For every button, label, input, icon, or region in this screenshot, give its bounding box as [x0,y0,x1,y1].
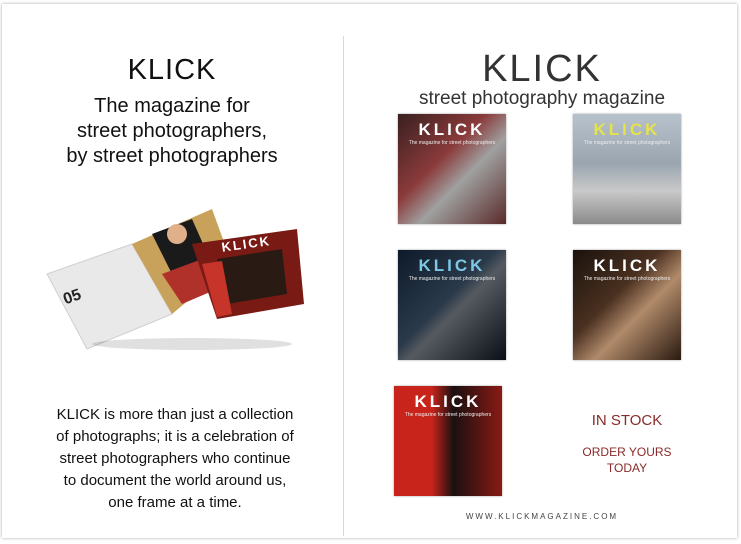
cover-tagline: The magazine for street photographers [583,140,671,146]
cover-logo: KLICK [418,120,486,139]
left-title: KLICK [127,54,217,86]
order-line: ORDER YOURS [582,445,672,459]
left-body: KLICK is more than just a collection of … [30,404,320,514]
cover-tagline: The magazine for street photographers [404,412,492,418]
magazine-mockup-image: KLICK 05 [46,209,304,350]
in-stock-label: IN STOCK [591,412,663,429]
magazine-cover: KLICK The magazine for street photograph… [573,250,681,360]
magazine-cover: KLICK The magazine for street photograph… [394,386,502,496]
body-line: to document the world around us, [63,472,287,489]
subtitle-line: street photographers, [76,120,268,142]
right-title: KLICK [482,48,602,90]
cover-tagline: The magazine for street photographers [583,276,671,282]
subtitle-line: The magazine for [94,95,250,117]
magazine-cover: KLICK The magazine for street photograph… [573,114,681,224]
cover-logo: KLICK [593,120,661,139]
body-line: KLICK is more than just a collection [56,406,294,423]
right-subtitle: street photography magazine [418,88,666,109]
cover-tagline: The magazine for street photographers [408,140,496,146]
flyer: KLICK The magazine for street photograph… [2,4,737,538]
body-line: street photographers who continue [59,450,291,467]
body-line: one frame at a time. [108,494,242,511]
website-url: WWW.KLICKMAGAZINE.COM [465,512,619,521]
left-subtitle: The magazine for street photographers, b… [22,94,322,169]
magazine-cover: KLICK The magazine for street photograph… [398,250,506,360]
cover-logo: KLICK [414,392,482,411]
order-line: TODAY [606,461,648,475]
cover-logo: KLICK [593,256,661,275]
cover-tagline: The magazine for street photographers [408,276,496,282]
cover-logo: KLICK [418,256,486,275]
body-line: of photographs; it is a celebration of [56,428,294,445]
subtitle-line: by street photographers [66,145,278,167]
magazine-cover: KLICK The magazine for street photograph… [398,114,506,224]
order-cta: ORDER YOURS TODAY [562,444,692,476]
divider [343,36,344,536]
